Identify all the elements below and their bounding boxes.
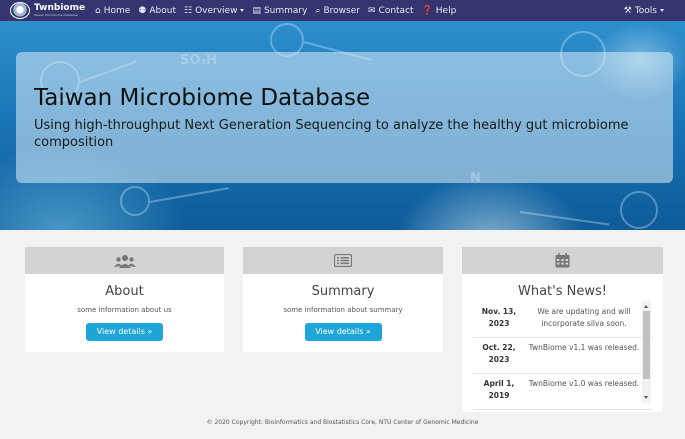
chart-icon: ☷ <box>183 5 193 16</box>
summary-card-description: some information about summary <box>283 306 403 314</box>
nav-item-browser[interactable]: ⌕ Browser <box>315 6 360 16</box>
users-icon: ⚉ <box>138 5 147 16</box>
news-date: April 1, 2019 <box>483 379 515 400</box>
nav-item-contact[interactable]: ✉ Contact <box>368 6 414 16</box>
nav-item-label: Tools <box>634 5 657 16</box>
brand-text: Twnbiome Taiwan Microbiome Database <box>34 4 85 17</box>
nav-item-label: Summary <box>263 5 308 16</box>
news-item: Nov. 13, 2023 We are updating and will i… <box>473 302 653 338</box>
brand-subtitle: Taiwan Microbiome Database <box>34 13 78 17</box>
nav-item-help[interactable]: ❓ Help <box>422 6 457 16</box>
about-card: About some information about us View det… <box>25 247 224 352</box>
scroll-thumb[interactable] <box>643 311 650 379</box>
summary-card-header <box>243 247 443 274</box>
page-subtitle: Using high-throughput Next Generation Se… <box>34 118 629 150</box>
nav-tools: ⚒ Tools <box>624 0 672 21</box>
molecule-decoration <box>620 191 658 229</box>
navbar: Twnbiome Taiwan Microbiome Database ⌂ Ho… <box>0 0 685 21</box>
nav-item-label: Contact <box>378 5 414 16</box>
users-icon <box>113 254 136 268</box>
list-icon: ▤ <box>252 5 261 16</box>
footer-copyright: © 2020 Copyright: Bioinformatics and Bio… <box>206 419 479 426</box>
molecule-decoration <box>149 187 229 203</box>
news-card-header <box>462 247 663 274</box>
list-alt-icon <box>334 254 352 267</box>
news-card-title: What's News! <box>518 284 607 299</box>
scroll-down-icon[interactable] <box>644 396 648 399</box>
nav-item-about[interactable]: ⚉ About <box>138 6 176 16</box>
nav-item-label: Overview <box>195 5 238 16</box>
nav-item-home[interactable]: ⌂ Home <box>95 6 130 16</box>
news-text: We are updating and will incorporate sil… <box>537 307 631 328</box>
news-item: Oct. 22, 2023 TwnBiome v1.1 was released… <box>473 338 653 374</box>
news-item: April 1, 2019 TwnBiome v1.0 was released… <box>473 374 653 410</box>
about-view-details-button[interactable]: View details » <box>86 323 163 341</box>
chevron-down-icon <box>660 9 664 12</box>
news-list[interactable]: Nov. 13, 2023 We are updating and will i… <box>473 302 653 410</box>
envelope-icon: ✉ <box>367 5 376 16</box>
news-date: Oct. 22, 2023 <box>482 343 516 364</box>
scroll-up-icon[interactable] <box>644 305 648 308</box>
about-card-description: some information about us <box>77 306 172 314</box>
molecule-decoration <box>120 186 150 216</box>
nav-item-tools[interactable]: ⚒ Tools <box>624 6 664 16</box>
chevron-down-icon <box>240 9 245 12</box>
question-circle-icon: ❓ <box>421 5 433 16</box>
jumbotron: Taiwan Microbiome Database Using high-th… <box>16 52 673 183</box>
news-date: Nov. 13, 2023 <box>481 307 517 328</box>
hero-banner: SO₃H N Taiwan Microbiome Database Using … <box>0 21 685 230</box>
molecule-decoration <box>519 211 610 226</box>
page-title: Taiwan Microbiome Database <box>34 85 371 111</box>
news-text: TwnBiome v1.1 was released. <box>528 343 640 352</box>
nav-item-label: Browser <box>323 5 360 16</box>
news-scrollbar[interactable] <box>642 301 651 403</box>
about-card-title: About <box>105 284 144 299</box>
nav-item-overview[interactable]: ☷ Overview <box>183 5 245 16</box>
search-icon: ⌕ <box>315 5 321 16</box>
brand-title: Twnbiome <box>34 3 86 13</box>
calendar-icon <box>555 253 570 268</box>
summary-card: Summary some information about summary V… <box>243 247 443 352</box>
summary-card-title: Summary <box>311 284 375 299</box>
about-card-header <box>25 247 224 274</box>
nav-menu: ⌂ Home ⚉ About ☷ Overview ▤ Summary ⌕ Br… <box>95 0 464 21</box>
brand-link[interactable]: Twnbiome Taiwan Microbiome Database <box>0 2 95 19</box>
home-icon: ⌂ <box>95 5 101 16</box>
nav-item-label: About <box>149 5 176 16</box>
news-card: What's News! Nov. 13, 2023 We are updati… <box>462 247 663 412</box>
nav-item-summary[interactable]: ▤ Summary <box>252 6 307 16</box>
news-text: TwnBiome v1.0 was released. <box>528 379 640 388</box>
tools-icon: ⚒ <box>623 5 632 16</box>
summary-view-details-button[interactable]: View details » <box>304 323 382 341</box>
nav-item-label: Help <box>435 5 457 16</box>
nav-item-label: Home <box>103 5 131 16</box>
brand-logo <box>10 2 30 19</box>
